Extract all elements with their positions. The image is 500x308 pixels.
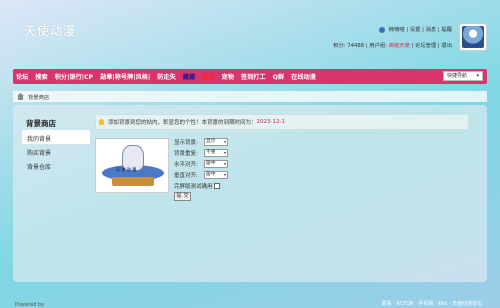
background-preview-image: 天 使 动 漫 [95, 138, 169, 193]
sidebar: 背景商店 我的背景 购买背景 背景仓库 [22, 114, 90, 172]
chevron-down-icon: ▾ [223, 139, 226, 144]
site-header: 天使动漫 楠楠喵 | 设置 | 消息 | 提醒 积分: 74488 | 用户组:… [0, 0, 500, 62]
halign-label: 水平对齐: [174, 162, 198, 168]
chevron-down-icon: ▾ [223, 161, 226, 166]
lightbulb-icon [99, 119, 104, 125]
site-logo[interactable]: 天使动漫 [24, 22, 76, 39]
chevron-down-icon: ▾ [476, 73, 479, 79]
valign-select[interactable]: 居中 ▾ [204, 171, 228, 179]
chevron-down-icon: ▾ [223, 150, 226, 155]
breadcrumb-current[interactable]: 背景商店 [28, 93, 49, 101]
nav-search[interactable]: 搜索 [35, 72, 47, 81]
footer-links[interactable]: 联系 · ACFUN · 手机版 · Kkk · 天使动漫论坛 [382, 300, 482, 307]
points-text[interactable]: 积分: 74488 [333, 43, 364, 49]
sidebar-item-buy-backgrounds[interactable]: 购买背景 [22, 144, 90, 158]
background-settings-form: 显示背景: 显示 ▾ 背景重复: 不重 ▾ 水平对齐: 居中 ▾ 垂直对齐: 居中 ▾ … [174, 137, 228, 201]
breadcrumb: 背景商店 [13, 91, 487, 102]
user-icon [379, 26, 386, 33]
avatar[interactable] [459, 23, 487, 51]
nav-pets[interactable]: 宠物 [222, 72, 234, 81]
nav-checkin[interactable]: 签到打工 [241, 72, 266, 81]
quick-nav-label: 快捷导航 [447, 73, 468, 79]
main-nav: 论坛 搜索 积分|银行|CP 勋章|称号牌|风格| 防走失 藏藏 抽奖 宠物 签… [13, 69, 487, 84]
user-group-link[interactable]: 高级天使 [389, 43, 410, 49]
user-group-label: 用户组: [369, 43, 387, 49]
expiry-date: 2023-12-1 [256, 119, 285, 125]
sidebar-item-background-storage[interactable]: 背景仓库 [22, 158, 90, 172]
nav-forum[interactable]: 论坛 [16, 72, 28, 81]
halign-value: 居中 [206, 161, 216, 166]
halign-select[interactable]: 居中 ▾ [204, 160, 228, 168]
chevron-down-icon: ▾ [223, 172, 226, 177]
home-icon[interactable] [17, 93, 24, 100]
repeat-value: 不重 [206, 150, 216, 155]
test-checkbox-label: 完屏版测试确用 [174, 184, 213, 190]
notice-text: 添加背景到您的帖内，彰显您的个性！本背景的到期时间为： [108, 120, 257, 126]
messages-link[interactable]: 消息 [426, 27, 437, 33]
repeat-label: 背景重复: [174, 151, 198, 157]
submit-button[interactable]: 提 交 [174, 192, 191, 201]
nav-anti-lost[interactable]: 防走失 [157, 72, 176, 81]
quick-nav-select[interactable]: 快捷导航 ▾ [443, 71, 483, 81]
sidebar-title: 背景商店 [26, 119, 56, 128]
nav-online-anime[interactable]: 在线动漫 [291, 72, 316, 81]
display-value: 显示 [206, 139, 216, 144]
notice-bar: 添加背景到您的帖内，彰显您的个性！本背景的到期时间为： 2023-12-1 [95, 114, 469, 130]
test-checkbox[interactable] [213, 183, 220, 189]
avatar-image [462, 26, 484, 48]
display-label: 显示背景: [174, 140, 198, 146]
nav-lottery[interactable]: 抽奖 [202, 72, 214, 81]
nav-points-bank[interactable]: 积分|银行|CP [55, 72, 93, 81]
reminders-link[interactable]: 提醒 [441, 27, 452, 33]
settings-link[interactable]: 设置 [410, 27, 421, 33]
nav-collection[interactable]: 藏藏 [183, 72, 195, 81]
user-stats: 积分: 74488 | 用户组: 高级天使 | 论坛管理 | 退出 [333, 43, 452, 49]
logout-link[interactable]: 退出 [441, 43, 452, 49]
nav-qq-group[interactable]: Q群 [273, 72, 284, 81]
preview-book [112, 177, 154, 186]
username-link[interactable]: 楠楠喵 [389, 27, 405, 33]
nav-medals-styles[interactable]: 勋章|称号牌|风格| [100, 72, 150, 81]
admin-link[interactable]: 论坛管理 [415, 43, 436, 49]
repeat-select[interactable]: 不重 ▾ [204, 149, 228, 157]
valign-value: 居中 [206, 172, 216, 177]
valign-label: 垂直对齐: [174, 173, 198, 179]
user-topbar: 楠楠喵 | 设置 | 消息 | 提醒 [379, 25, 452, 33]
display-select[interactable]: 显示 ▾ [204, 138, 228, 146]
footer-powered-by: Powered by [15, 302, 44, 308]
preview-caption: 天 使 动 漫 [116, 167, 137, 172]
sidebar-item-my-backgrounds[interactable]: 我的背景 [22, 130, 90, 144]
